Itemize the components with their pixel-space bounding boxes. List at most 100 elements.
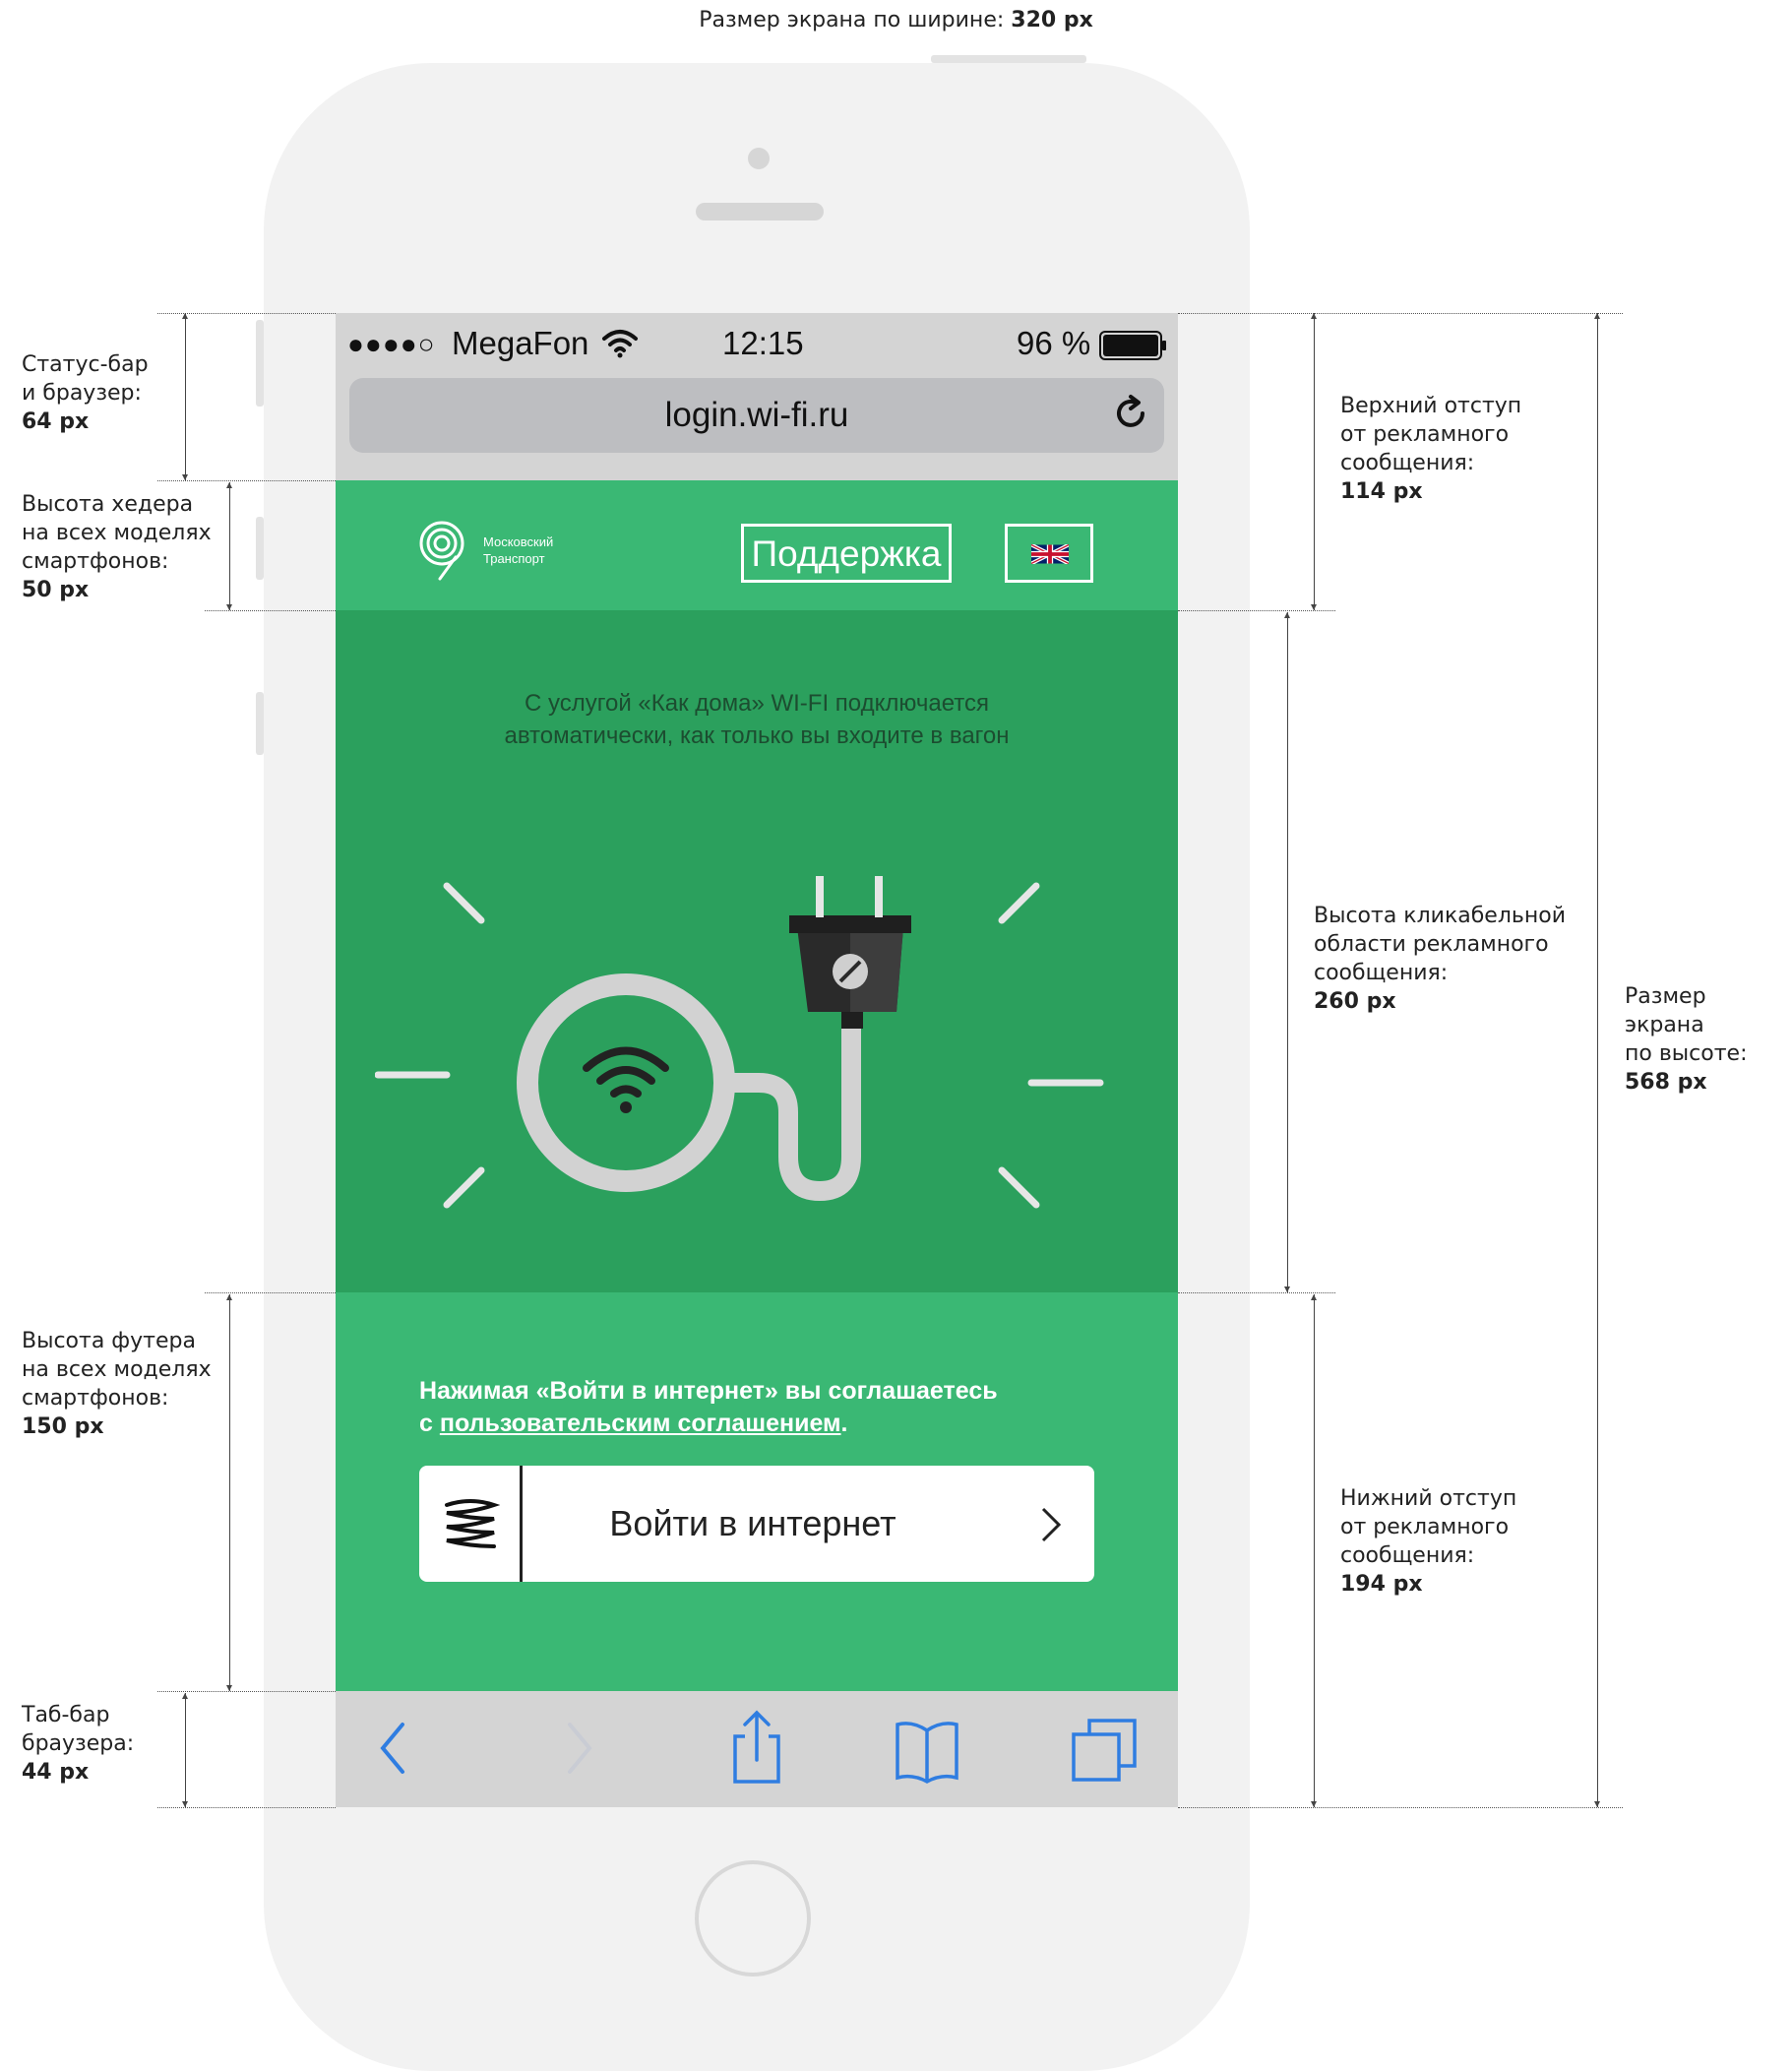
chevron-right-icon — [1041, 1507, 1062, 1542]
address-bar[interactable]: login.wi-fi.ru — [349, 378, 1164, 453]
guide-line-tabbar-top — [157, 1691, 336, 1692]
earpiece-speaker — [696, 203, 824, 220]
logo-line-2: Транспорт — [483, 551, 545, 566]
note-text: Размер экрана по высоте: — [1625, 984, 1748, 1066]
spring-logo-icon — [445, 1499, 500, 1548]
plug-wifi-illustration — [375, 876, 1104, 1209]
forward-icon[interactable] — [560, 1709, 599, 1788]
agreement-text: Нажимая «Войти в интернет» вы соглашаете… — [419, 1375, 1108, 1440]
dim-arrow — [1594, 1801, 1600, 1807]
dim-arrow — [1594, 313, 1600, 319]
dim-arrow — [182, 1801, 188, 1807]
dim-footer — [229, 1294, 230, 1691]
moscow-transport-logo-icon — [419, 521, 464, 581]
screen-width-value: 320 px — [1011, 8, 1093, 32]
carrier-name: MegaFon — [452, 325, 589, 361]
dim-header — [229, 482, 230, 610]
logo-text: Московский Транспорт — [483, 533, 553, 567]
agreement-line-2: с пользовательским соглашением. — [419, 1408, 1108, 1440]
language-button[interactable] — [1005, 524, 1093, 583]
dim-arrow — [182, 474, 188, 480]
guide-line-banner-top-left — [205, 610, 336, 611]
dim-arrow — [226, 482, 232, 488]
dim-arrow — [1311, 604, 1317, 610]
share-icon[interactable] — [729, 1709, 784, 1788]
login-logo-area — [419, 1466, 523, 1582]
mute-switch — [256, 320, 264, 407]
back-icon[interactable] — [375, 1709, 414, 1788]
dim-arrow — [1311, 1294, 1317, 1300]
note-value: 114 px — [1340, 479, 1423, 504]
guide-line-bottom-left — [157, 1807, 336, 1808]
battery-icon — [1099, 331, 1166, 360]
front-camera — [748, 148, 770, 169]
dim-arrow — [1311, 1801, 1317, 1807]
note-header: Высота хедера на всех моделях смартфонов… — [22, 490, 212, 604]
dim-arrow — [182, 313, 188, 319]
user-agreement-link[interactable]: пользовательским соглашением — [440, 1410, 841, 1437]
note-tabbar: Таб-бар браузера: 44 px — [22, 1701, 134, 1787]
signal-indicator: ●●●●○ — [347, 329, 436, 359]
note-text: Высота хедера на всех моделях смартфонов… — [22, 492, 212, 574]
note-text: Высота футера на всех моделях смартфонов… — [22, 1329, 212, 1411]
ad-banner[interactable]: С услугой «Как дома» WI-FI подключается … — [336, 610, 1178, 1292]
screen-width-note: Размер экрана по ширине: 320 px — [0, 8, 1792, 32]
battery-percent: 96 % — [1017, 325, 1091, 361]
dim-arrow — [226, 1294, 232, 1300]
dim-arrow — [1284, 1287, 1290, 1292]
note-text: Высота кликабельной области рекламного с… — [1314, 904, 1566, 985]
note-value: 260 px — [1314, 989, 1396, 1014]
dim-bottom-offset — [1314, 1294, 1315, 1807]
note-value: 50 px — [22, 578, 90, 602]
note-value: 194 px — [1340, 1572, 1423, 1597]
agreement-line-1: Нажимая «Войти в интернет» вы соглашаете… — [419, 1377, 998, 1405]
dim-top-offset — [1314, 313, 1315, 610]
dim-statusbar — [185, 313, 186, 480]
banner-line-2: автоматически, как только вы входите в в… — [504, 722, 1010, 749]
note-text: Нижний отступ от рекламного сообщения: — [1340, 1486, 1517, 1568]
logo-line-1: Московский — [483, 534, 554, 549]
screen-width-label: Размер экрана по ширине: — [699, 8, 1005, 32]
agreement-suffix: . — [840, 1410, 848, 1437]
note-top-offset: Верхний отступ от рекламного сообщения: 1… — [1340, 392, 1521, 506]
note-text: Верхний отступ от рекламного сообщения: — [1340, 394, 1522, 475]
phone-screen: ●●●●○ MegaFon 12:15 96 % login.wi-fi.ru — [336, 313, 1178, 1807]
note-statusbar: Статус-бар и браузер: 64 px — [22, 350, 149, 436]
url-text: login.wi-fi.ru — [664, 396, 849, 434]
guide-line-top-right — [1178, 313, 1623, 314]
dim-tabbar — [185, 1693, 186, 1807]
site-header: Московский Транспорт Поддержка — [336, 480, 1178, 610]
tabs-icon[interactable] — [1070, 1709, 1139, 1788]
clock: 12:15 — [722, 325, 804, 361]
reload-icon[interactable] — [1109, 392, 1152, 435]
guide-line-header-top — [157, 480, 336, 481]
note-banner-height: Высота кликабельной области рекламного с… — [1314, 902, 1566, 1016]
note-text: Таб-бар браузера: — [22, 1703, 135, 1756]
site-footer: Нажимая «Войти в интернет» вы соглашаете… — [336, 1292, 1178, 1691]
note-screen-height: Размер экрана по высоте: 568 px — [1625, 982, 1792, 1097]
dim-screen-height — [1597, 313, 1598, 1807]
note-value: 44 px — [22, 1760, 90, 1785]
status-and-browser-bar: ●●●●○ MegaFon 12:15 96 % login.wi-fi.ru — [336, 313, 1178, 480]
note-value: 64 px — [22, 409, 90, 434]
dim-arrow — [182, 1693, 188, 1699]
uk-flag-icon — [1031, 544, 1069, 564]
login-button[interactable]: Войти в интернет — [419, 1466, 1094, 1582]
note-value: 568 px — [1625, 1070, 1707, 1095]
dim-arrow — [1311, 313, 1317, 319]
login-button-label: Войти в интернет — [609, 1503, 896, 1543]
support-button[interactable]: Поддержка — [741, 524, 952, 583]
guide-line-footer-top-right — [1178, 1292, 1335, 1293]
volume-up-button — [256, 517, 264, 580]
home-button[interactable] — [695, 1860, 811, 1977]
agreement-with: с — [419, 1410, 433, 1437]
note-bottom-offset: Нижний отступ от рекламного сообщения: 19… — [1340, 1484, 1516, 1599]
top-button — [931, 55, 1086, 63]
bookmarks-icon[interactable] — [893, 1709, 961, 1788]
banner-line-1: С услугой «Как дома» WI-FI подключается — [525, 690, 989, 717]
volume-down-button — [256, 692, 264, 755]
dim-arrow — [226, 1685, 232, 1691]
guide-line-banner-top-right — [1178, 610, 1335, 611]
dim-arrow — [226, 604, 232, 610]
dim-banner — [1287, 612, 1288, 1292]
